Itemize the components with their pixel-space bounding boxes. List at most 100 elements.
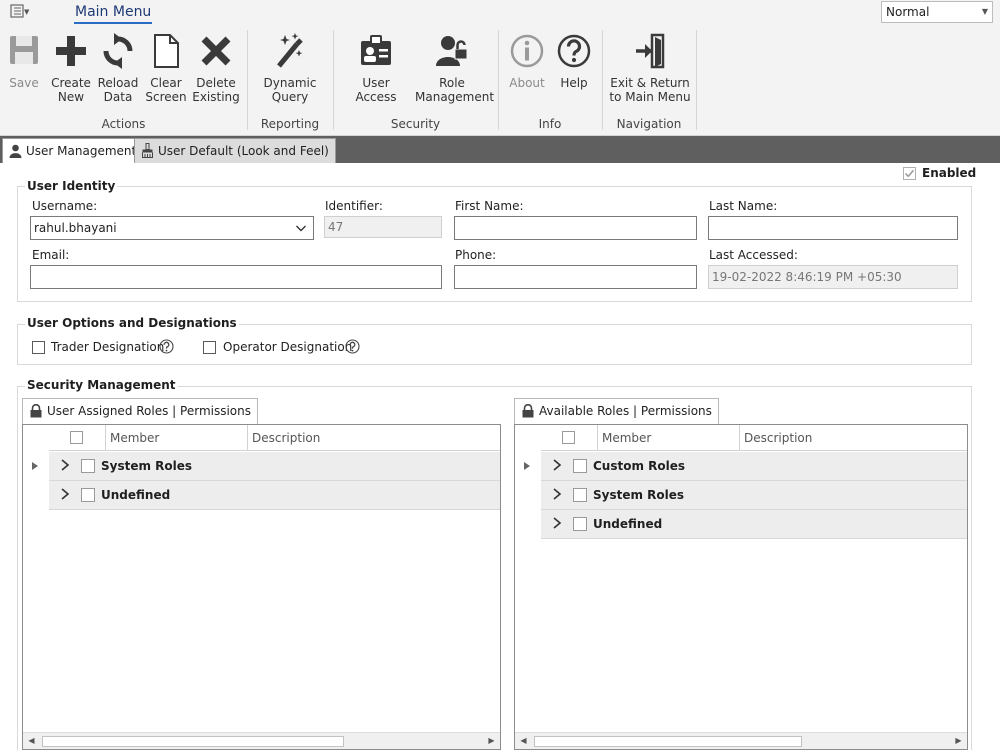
table-row[interactable]: Undefined	[541, 510, 967, 539]
magic-wand-icon	[277, 33, 303, 68]
delete-existing-button[interactable]: Delete Existing	[192, 32, 240, 104]
table-row[interactable]: Custom Roles	[541, 452, 967, 481]
exit-label-1: Exit & Return	[610, 76, 690, 90]
style-select[interactable]: Normal ▼	[881, 1, 993, 23]
email-label: Email:	[32, 248, 70, 262]
enabled-checkbox[interactable]	[903, 167, 916, 180]
create-new-button[interactable]: Create New	[50, 32, 92, 104]
info-icon	[510, 34, 544, 68]
document-tab-strip: User Management User Default (Look and F…	[0, 136, 1000, 163]
id-card-icon	[361, 35, 391, 65]
lock-icon	[30, 403, 42, 418]
create-new-label-1: Create	[51, 76, 91, 90]
security-management-legend: Security Management	[25, 378, 178, 392]
table-row[interactable]: Undefined	[49, 481, 500, 510]
row-checkbox[interactable]	[81, 488, 95, 502]
chevron-down-icon[interactable]	[295, 217, 307, 239]
document-list-icon	[10, 4, 24, 18]
user-management-panel: Enabled User Identity Username: rahul.bh…	[0, 163, 1000, 750]
phone-label: Phone:	[455, 248, 497, 262]
col-member[interactable]: Member	[597, 425, 739, 451]
plus-icon	[56, 36, 86, 66]
horizontal-scrollbar[interactable]: ◀ ▶	[515, 732, 967, 749]
row-checkbox[interactable]	[573, 488, 587, 502]
app-menu-button[interactable]: ▼	[10, 3, 40, 21]
chevron-right-icon[interactable]	[551, 516, 563, 530]
ribbon: ▼ Main Menu Normal ▼ Save Create New Rel…	[0, 0, 1000, 136]
about-label: About	[509, 76, 545, 90]
table-row[interactable]: System Roles	[541, 481, 967, 510]
chevron-right-icon[interactable]	[551, 487, 563, 501]
about-button[interactable]: About	[507, 32, 547, 90]
clear-screen-button[interactable]: Clear Screen	[145, 32, 187, 104]
tab-main-menu[interactable]: Main Menu	[74, 2, 153, 24]
username-combo[interactable]: rahul.bhayani	[30, 216, 314, 240]
tab-available-roles[interactable]: Available Roles | Permissions	[514, 398, 719, 424]
tab-user-default-label: User Default (Look and Feel)	[158, 144, 329, 158]
operator-designation-label: Operator Designation	[223, 340, 353, 354]
scroll-right-icon[interactable]: ▶	[950, 733, 967, 749]
row-checkbox[interactable]	[573, 517, 587, 531]
trader-designation-checkbox[interactable]	[32, 341, 45, 354]
tab-user-management[interactable]: User Management	[2, 138, 144, 163]
last-accessed-label: Last Accessed:	[709, 248, 798, 262]
email-field[interactable]	[30, 265, 442, 289]
col-member[interactable]: Member	[105, 425, 247, 451]
operator-designation-checkbox[interactable]	[203, 341, 216, 354]
tab-user-assigned-roles[interactable]: User Assigned Roles | Permissions	[22, 398, 259, 424]
chevron-right-icon[interactable]	[551, 458, 563, 472]
select-all-checkbox[interactable]	[70, 431, 83, 444]
question-mark-icon[interactable]	[345, 339, 360, 354]
col-description[interactable]: Description	[247, 425, 497, 451]
phone-field[interactable]	[454, 265, 697, 289]
row-label: System Roles	[101, 459, 193, 473]
last-name-field[interactable]	[708, 216, 958, 240]
scroll-left-icon[interactable]: ◀	[515, 733, 532, 749]
chevron-right-icon[interactable]	[59, 458, 71, 472]
tab-user-default[interactable]: User Default (Look and Feel)	[134, 138, 336, 163]
identifier-field: 47	[324, 216, 442, 238]
save-button[interactable]: Save	[6, 32, 42, 90]
row-label: Undefined	[101, 488, 171, 502]
help-button[interactable]: Help	[554, 32, 594, 90]
col-description[interactable]: Description	[739, 425, 967, 451]
reload-data-button[interactable]: Reload Data	[97, 32, 139, 104]
role-management-button[interactable]: Role Management	[415, 32, 494, 104]
exit-door-icon	[636, 33, 665, 69]
trader-designation-label: Trader Designation	[51, 340, 165, 354]
user-access-button[interactable]: User Access	[340, 32, 412, 104]
user-icon	[9, 144, 22, 158]
group-separator	[333, 30, 334, 130]
first-name-field[interactable]	[454, 216, 697, 240]
group-separator	[602, 30, 603, 130]
chevron-down-icon: ▼	[981, 7, 988, 16]
table-row[interactable]: System Roles	[49, 452, 500, 481]
blank-document-icon	[154, 34, 179, 68]
available-tab-label: Available Roles | Permissions	[539, 404, 712, 418]
row-label: Undefined	[593, 517, 663, 531]
select-all-checkbox[interactable]	[562, 431, 575, 444]
question-mark-icon[interactable]	[159, 339, 174, 354]
scroll-right-icon[interactable]: ▶	[483, 733, 500, 749]
grid-header: Member Description	[49, 425, 500, 451]
scrollbar-thumb[interactable]	[534, 736, 802, 747]
chevron-right-icon[interactable]	[59, 487, 71, 501]
save-label: Save	[9, 76, 39, 90]
group-navigation-label: Navigation	[616, 117, 682, 131]
scroll-left-icon[interactable]: ◀	[23, 733, 40, 749]
horizontal-scrollbar[interactable]: ◀ ▶	[23, 732, 500, 749]
row-checkbox[interactable]	[81, 459, 95, 473]
exit-return-button[interactable]: Exit & Return to Main Menu	[608, 32, 692, 104]
row-checkbox[interactable]	[573, 459, 587, 473]
grid-header: Member Description	[541, 425, 967, 451]
delete-label-1: Delete	[196, 76, 236, 90]
role-label-2: Management	[415, 90, 495, 104]
scrollbar-thumb[interactable]	[42, 736, 344, 747]
available-roles-grid: Member Description Custom Roles System R…	[514, 424, 968, 750]
lock-icon	[522, 403, 534, 418]
create-new-label-2: New	[57, 90, 85, 104]
refresh-icon	[103, 33, 133, 69]
dynamic-query-button[interactable]: Dynamic Query	[262, 32, 318, 104]
last-accessed-field: 19-02-2022 8:46:19 PM +05:30	[708, 265, 958, 289]
style-select-value: Normal	[886, 5, 930, 19]
